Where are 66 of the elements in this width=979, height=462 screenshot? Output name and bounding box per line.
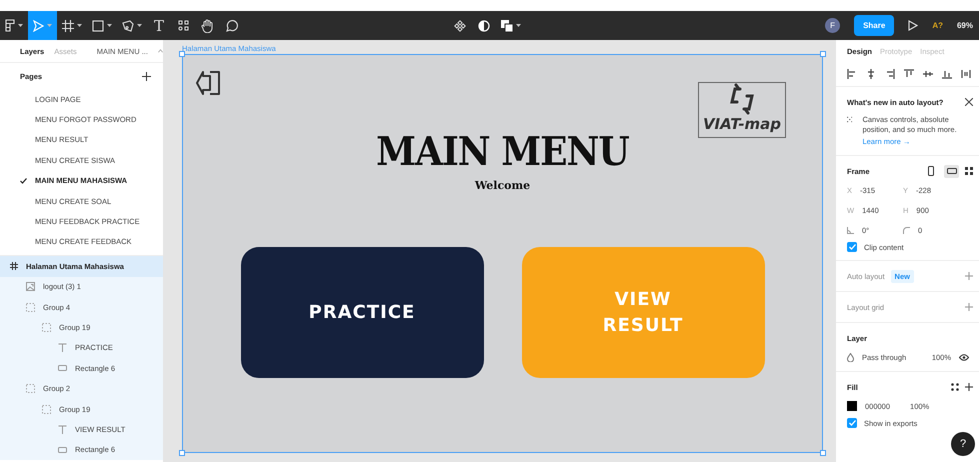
eye-icon[interactable] — [959, 354, 969, 361]
align-icon[interactable] — [847, 69, 857, 79]
landscape-icon — [946, 168, 956, 174]
image-icon — [26, 282, 35, 292]
grid-icon[interactable] — [965, 167, 973, 176]
caret-icon — [47, 24, 52, 27]
align-icon[interactable] — [923, 69, 933, 79]
contrast-icon — [478, 20, 490, 32]
auto-layout-icon — [847, 115, 852, 124]
add-icon[interactable] — [142, 72, 151, 80]
group-icon — [26, 302, 35, 312]
align-icon[interactable] — [866, 69, 876, 79]
text-tool[interactable]: T — [147, 11, 171, 40]
checkmark-icon — [20, 178, 27, 184]
resize-handle[interactable] — [820, 450, 826, 456]
align-icon[interactable] — [942, 69, 952, 79]
group-icon — [26, 384, 35, 394]
zoom-dropdown[interactable]: 69% — [956, 21, 973, 30]
logo: VIAT-map — [698, 82, 786, 138]
pen-icon — [122, 20, 134, 32]
close-icon[interactable] — [965, 98, 973, 106]
landscape-button[interactable] — [944, 164, 959, 178]
welcome-text: Welcome — [474, 179, 530, 192]
components-icon — [178, 20, 188, 31]
group-icon — [42, 404, 51, 414]
play-icon[interactable] — [908, 20, 918, 31]
frame-icon — [10, 262, 18, 270]
caret-icon — [516, 24, 520, 27]
component-icon — [454, 20, 466, 32]
resize-handle[interactable] — [179, 51, 185, 57]
logout-icon — [196, 70, 222, 96]
caret-icon — [77, 24, 82, 27]
corner-radius-icon — [903, 226, 910, 234]
checkbox[interactable] — [847, 418, 857, 428]
frame-icon — [62, 20, 74, 32]
align-icon[interactable] — [961, 69, 971, 79]
broken-link-icon — [727, 83, 757, 117]
portrait-icon — [928, 166, 934, 176]
align-icon[interactable] — [885, 69, 895, 79]
resize-handle[interactable] — [820, 51, 826, 57]
angle-icon — [847, 226, 854, 234]
color-swatch[interactable] — [847, 401, 857, 412]
resize-handle[interactable] — [179, 450, 185, 456]
text-layer-icon — [58, 343, 67, 352]
caret-icon — [107, 24, 112, 27]
boolean-icon — [500, 20, 512, 32]
page-title: MAIN MENU — [376, 128, 629, 176]
rectangle-icon — [58, 446, 67, 453]
caret-icon — [18, 24, 23, 27]
font-warning-badge[interactable]: A? — [932, 21, 943, 30]
align-icon[interactable] — [904, 69, 914, 79]
rectangle-icon — [92, 20, 104, 32]
user-avatar[interactable]: F — [825, 18, 840, 33]
checkbox[interactable] — [847, 242, 857, 252]
group-icon — [42, 322, 51, 332]
rectangle-icon — [58, 365, 67, 372]
styles-icon[interactable] — [951, 383, 959, 392]
cursor-icon — [33, 20, 44, 32]
menu-button[interactable]: PRACTICE — [240, 247, 484, 378]
drop-icon — [847, 352, 854, 362]
text-layer-icon — [58, 424, 67, 434]
add-icon[interactable] — [965, 383, 973, 392]
help-button[interactable]: ? — [951, 432, 975, 456]
hand-icon — [200, 18, 214, 32]
comment-icon — [224, 19, 238, 32]
caret-icon — [137, 24, 142, 27]
